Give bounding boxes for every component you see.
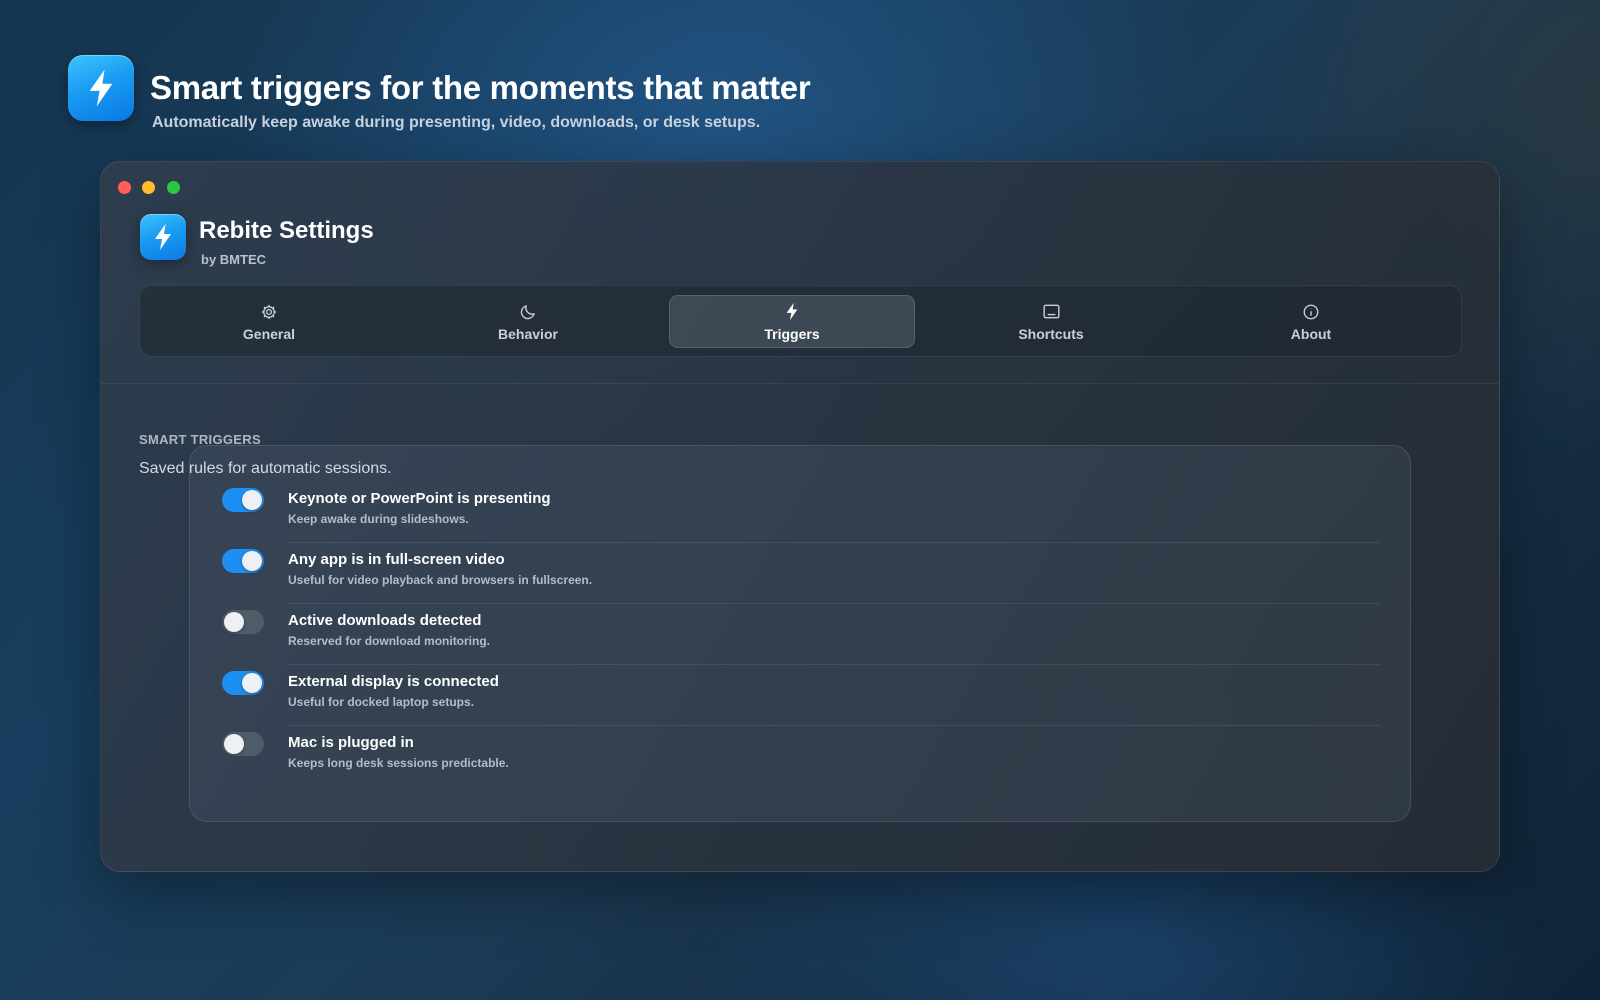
trigger-row: Any app is in full-screen video Useful f… <box>222 507 1380 604</box>
trigger-title: Keynote or PowerPoint is presenting <box>288 490 551 507</box>
bolt-icon <box>155 224 171 250</box>
trigger-row: Keynote or PowerPoint is presenting Keep… <box>222 446 1380 543</box>
zoom-window-button[interactable] <box>167 181 180 194</box>
settings-window: Rebite Settings by BMTEC General Behavio… <box>100 161 1500 872</box>
tab-label: Triggers <box>764 325 820 342</box>
trigger-title: External display is connected <box>288 673 499 690</box>
tab-label: About <box>1290 325 1332 342</box>
tab-shortcuts[interactable]: Shortcuts <box>928 295 1174 348</box>
hero-subtitle: Automatically keep awake during presenti… <box>152 114 761 131</box>
app-icon <box>140 214 186 260</box>
tab-about[interactable]: About <box>1188 295 1434 348</box>
trigger-row: External display is connected Useful for… <box>222 629 1380 726</box>
tab-label: Behavior <box>498 325 558 342</box>
toggle-knob <box>224 734 244 754</box>
tab-label: General <box>242 325 296 342</box>
triggers-card: Keynote or PowerPoint is presenting Keep… <box>189 445 1411 822</box>
trigger-toggle[interactable] <box>222 732 264 756</box>
settings-tab-bar: General Behavior Triggers Shortcuts Abou… <box>139 285 1462 357</box>
header-divider <box>101 383 1499 384</box>
trigger-subtitle: Keeps long desk sessions predictable. <box>288 756 509 770</box>
info-icon <box>1302 302 1320 322</box>
tab-behavior[interactable]: Behavior <box>405 295 651 348</box>
trigger-title: Any app is in full-screen video <box>288 551 505 568</box>
bolt-icon <box>89 69 113 107</box>
tab-general[interactable]: General <box>146 295 392 348</box>
section-description: Saved rules for automatic sessions. <box>139 460 392 477</box>
app-logo <box>68 55 134 121</box>
keyboard-icon <box>1042 302 1061 322</box>
bolt-icon <box>784 302 800 322</box>
trigger-row: Mac is plugged in Keeps long desk sessio… <box>222 690 1380 770</box>
trigger-row: Active downloads detected Reserved for d… <box>222 568 1380 665</box>
gear-icon <box>260 302 278 322</box>
minimize-window-button[interactable] <box>142 181 155 194</box>
window-title: Rebite Settings <box>199 217 374 244</box>
tab-triggers[interactable]: Triggers <box>669 295 915 348</box>
close-window-button[interactable] <box>118 181 131 194</box>
trigger-title: Active downloads detected <box>288 612 482 629</box>
tab-label: Shortcuts <box>1018 325 1084 342</box>
hero-title: Smart triggers for the moments that matt… <box>150 69 811 106</box>
moon-icon <box>519 302 537 322</box>
window-byline: by BMTEC <box>201 252 266 267</box>
trigger-title: Mac is plugged in <box>288 734 414 751</box>
